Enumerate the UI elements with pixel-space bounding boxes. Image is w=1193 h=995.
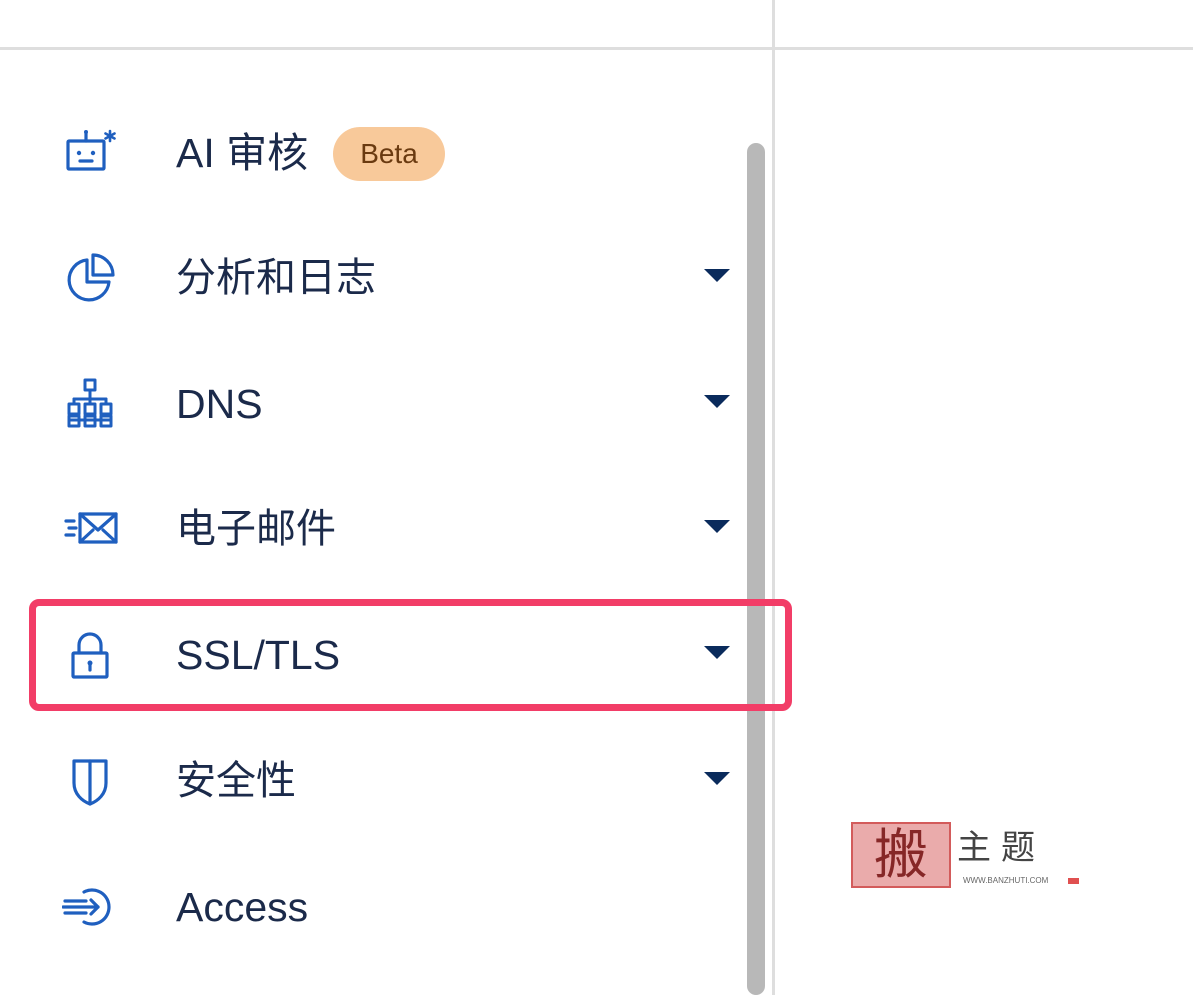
- sidebar-screenshot: AI 审核 Beta 分析和日志 DNS 电子邮件 SSL/TLS 安全性 Ac…: [0, 0, 1193, 995]
- site-watermark: 搬 主题 WWW.BANZHUTI.COM: [851, 822, 1081, 890]
- top-divider: [0, 47, 1193, 50]
- pie-chart-icon: [62, 250, 118, 306]
- watermark-stamp: 搬: [851, 822, 951, 888]
- chevron-down-icon[interactable]: [704, 772, 730, 785]
- chevron-down-icon[interactable]: [704, 646, 730, 659]
- robot-icon: [62, 125, 118, 181]
- scrollbar-thumb[interactable]: [747, 143, 765, 995]
- watermark-url: WWW.BANZHUTI.COM: [963, 876, 1049, 885]
- access-arrow-icon: [62, 879, 118, 935]
- sidebar-item-dns[interactable]: DNS: [40, 354, 740, 454]
- sidebar-item-ssl-tls[interactable]: SSL/TLS: [40, 605, 740, 705]
- sidebar-item-label: 电子邮件: [176, 506, 336, 552]
- watermark-dot: [1068, 878, 1079, 884]
- watermark-text: 主题: [957, 828, 1045, 868]
- sidebar-item-label: Access: [176, 884, 309, 930]
- sidebar-item-label: SSL/TLS: [176, 632, 341, 678]
- chevron-down-icon[interactable]: [704, 269, 730, 282]
- sidebar-item-access[interactable]: Access: [40, 857, 740, 957]
- chevron-down-icon[interactable]: [704, 520, 730, 533]
- sidebar-scrollbar[interactable]: [747, 143, 765, 995]
- beta-badge: Beta: [333, 127, 445, 181]
- sidebar-item-label: 安全性: [176, 758, 296, 804]
- sidebar-item-label: DNS: [176, 381, 263, 427]
- panel-divider: [772, 0, 775, 995]
- sidebar-item-analytics-logs[interactable]: 分析和日志: [40, 228, 740, 328]
- chevron-down-icon[interactable]: [704, 395, 730, 408]
- network-tree-icon: [62, 376, 118, 432]
- shield-icon: [62, 753, 118, 809]
- sidebar-item-label: 分析和日志: [176, 255, 376, 301]
- lock-icon: [62, 627, 118, 683]
- sidebar-item-security[interactable]: 安全性: [40, 731, 740, 831]
- sidebar-item-ai-review[interactable]: AI 审核 Beta: [40, 103, 740, 203]
- envelope-icon: [62, 501, 118, 557]
- sidebar-item-email[interactable]: 电子邮件: [40, 479, 740, 579]
- sidebar-item-label: AI 审核: [176, 130, 309, 176]
